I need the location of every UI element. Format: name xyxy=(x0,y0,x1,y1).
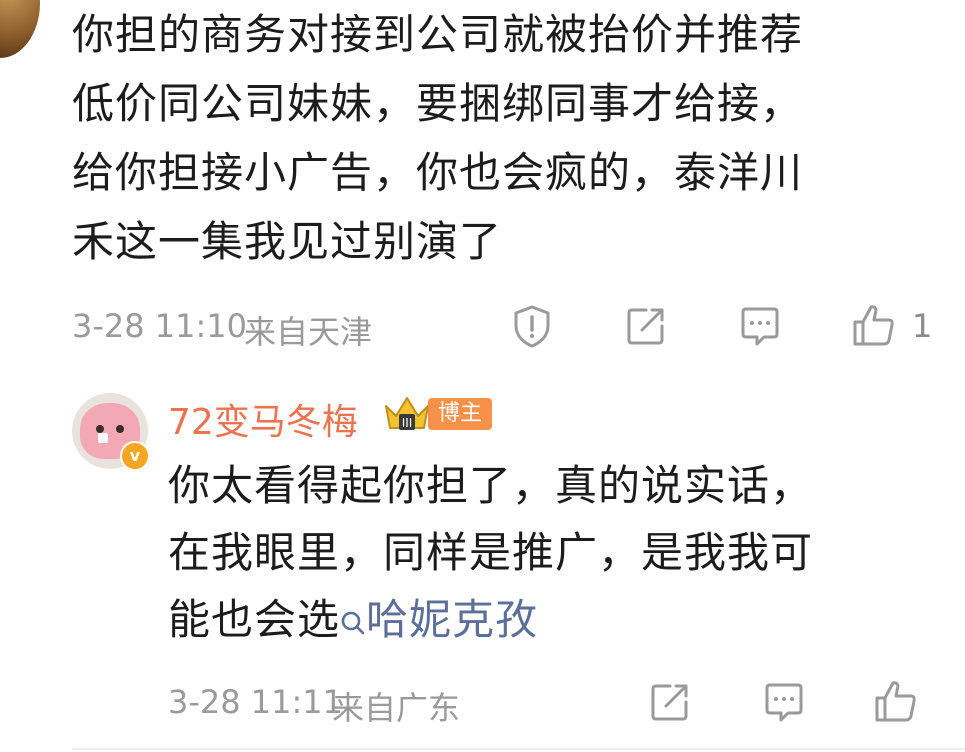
commenter-avatar[interactable] xyxy=(0,0,40,58)
search-icon xyxy=(341,611,365,635)
search-keyword-text: 哈妮克孜 xyxy=(366,595,539,644)
share-icon[interactable] xyxy=(624,304,668,348)
reply-meta: 3-28 11:11 来自广东 xyxy=(168,678,948,728)
reply-line: 能也会选 哈妮克孜 xyxy=(168,586,888,653)
comment-thread: 你担的商务对接到公司就被抬价并推荐 低价同公司妹妹，要捆绑同事才给接， 给你担接… xyxy=(0,0,965,752)
reply-line-text: 能也会选 xyxy=(168,595,341,644)
divider xyxy=(72,748,965,750)
reply-line: 你太看得起你担了，真的说实话， xyxy=(168,461,814,510)
avatar-tooth xyxy=(98,433,108,443)
comment-location: 来自天津 xyxy=(244,313,373,351)
crown-icon: III xyxy=(385,397,429,430)
comment-meta: 3-28 11:10 来自天津 1 xyxy=(72,302,942,352)
svg-text:III: III xyxy=(402,416,413,430)
comment-icon[interactable] xyxy=(738,304,782,348)
comment-body: 你担的商务对接到公司就被抬价并推荐 低价同公司妹妹，要捆绑同事才给接， 给你担接… xyxy=(72,0,912,276)
comment-line: 给你担接小广告，你也会疯的，泰洋川 xyxy=(72,148,804,197)
comment-line: 禾这一集我见过别演了 xyxy=(72,217,503,266)
avatar-eye xyxy=(96,425,104,433)
reply-time: 3-28 11:11 xyxy=(168,683,344,721)
reply-avatar[interactable]: v xyxy=(72,393,150,471)
like-icon[interactable] xyxy=(850,302,898,350)
search-keyword-link[interactable]: 哈妮克孜 xyxy=(340,595,538,644)
comment-icon[interactable] xyxy=(762,680,806,724)
reply-body: 你太看得起你担了，真的说实话， 在我眼里，同样是推广，是我我可 能也会选 哈妮克孜 xyxy=(168,452,888,653)
verified-badge: v xyxy=(120,441,150,471)
reply-line: 在我眼里，同样是推广，是我我可 xyxy=(168,528,814,577)
share-icon[interactable] xyxy=(648,680,692,724)
comment-time: 3-28 11:10 xyxy=(72,307,248,345)
reply-author-name[interactable]: 72变马冬梅 xyxy=(168,393,358,445)
reply-location: 来自广东 xyxy=(332,689,461,727)
avatar-eye xyxy=(116,425,124,433)
report-icon[interactable] xyxy=(510,304,554,348)
comment-line: 你担的商务对接到公司就被抬价并推荐 xyxy=(72,10,804,59)
like-icon[interactable] xyxy=(872,678,920,726)
like-count: 1 xyxy=(912,307,933,345)
blogger-badge: 博主 xyxy=(428,398,493,430)
comment-line: 低价同公司妹妹，要捆绑同事才给接， xyxy=(72,79,804,128)
